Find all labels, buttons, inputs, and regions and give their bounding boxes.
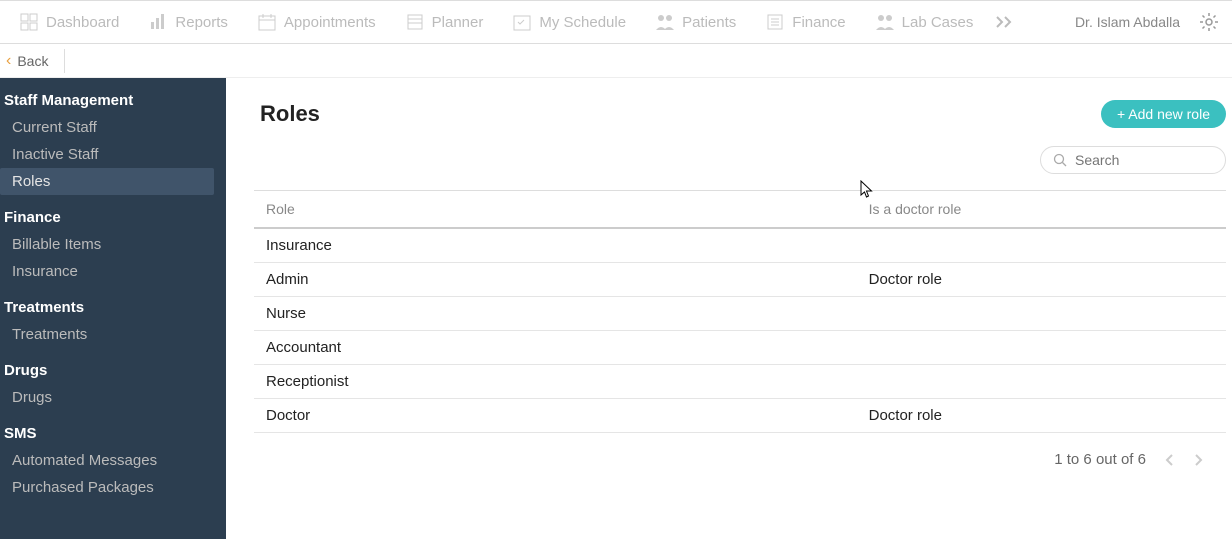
cell-role: Receptionist <box>254 365 857 399</box>
sidebar-item-purchased-packages[interactable]: Purchased Packages <box>0 474 226 501</box>
lab-icon <box>874 11 896 33</box>
top-nav: Dashboard Reports Appointments Planner M… <box>0 0 1232 44</box>
col-doctor[interactable]: Is a doctor role <box>857 191 1226 229</box>
nav-lab-cases[interactable]: Lab Cases <box>860 1 988 43</box>
sidebar-section-header: Treatments <box>0 293 226 321</box>
cell-role: Doctor <box>254 399 857 433</box>
back-link[interactable]: Back <box>6 49 77 73</box>
sidebar-item-insurance[interactable]: Insurance <box>0 258 226 285</box>
pagination: 1 to 6 out of 6 <box>260 433 1226 468</box>
nav-dashboard[interactable]: Dashboard <box>4 1 133 43</box>
reports-icon <box>147 11 169 33</box>
cell-role: Insurance <box>254 228 857 263</box>
table-row[interactable]: Insurance <box>254 228 1226 263</box>
table-row[interactable]: DoctorDoctor role <box>254 399 1226 433</box>
cell-role: Accountant <box>254 331 857 365</box>
sidebar-item-roles[interactable]: Roles <box>0 168 214 195</box>
nav-patients[interactable]: Patients <box>640 1 750 43</box>
table-row[interactable]: Nurse <box>254 297 1226 331</box>
cell-doctor: Doctor role <box>857 263 1226 297</box>
cell-doctor <box>857 228 1226 263</box>
nav-appointments[interactable]: Appointments <box>242 1 390 43</box>
nav-label: Appointments <box>284 14 376 31</box>
prev-page-icon[interactable] <box>1162 453 1176 467</box>
search-input[interactable] <box>1075 152 1213 168</box>
nav-finance[interactable]: Finance <box>750 1 859 43</box>
sidebar-section-header: Staff Management <box>0 86 226 114</box>
pagination-text: 1 to 6 out of 6 <box>1054 451 1146 468</box>
nav-more-icon[interactable] <box>987 15 1023 29</box>
nav-planner[interactable]: Planner <box>390 1 498 43</box>
sidebar-item-drugs[interactable]: Drugs <box>0 384 226 411</box>
sidebar-section-header: SMS <box>0 419 226 447</box>
nav-label: Reports <box>175 14 228 31</box>
calendar-icon <box>256 11 278 33</box>
sidebar-item-treatments[interactable]: Treatments <box>0 321 226 348</box>
table-row[interactable]: Accountant <box>254 331 1226 365</box>
cell-doctor <box>857 331 1226 365</box>
search-icon <box>1053 153 1067 167</box>
settings-icon[interactable] <box>1190 11 1228 33</box>
finance-icon <box>764 11 786 33</box>
table-row[interactable]: Receptionist <box>254 365 1226 399</box>
nav-reports[interactable]: Reports <box>133 1 242 43</box>
sidebar-item-automated-messages[interactable]: Automated Messages <box>0 447 226 474</box>
cell-role: Nurse <box>254 297 857 331</box>
page-title: Roles <box>260 101 320 127</box>
cell-role: Admin <box>254 263 857 297</box>
sidebar: Staff ManagementCurrent StaffInactive St… <box>0 78 226 539</box>
nav-label: Dashboard <box>46 14 119 31</box>
sidebar-item-inactive-staff[interactable]: Inactive Staff <box>0 141 226 168</box>
patients-icon <box>654 11 676 33</box>
sidebar-section-header: Finance <box>0 203 226 231</box>
roles-table: Role Is a doctor role InsuranceAdminDoct… <box>254 190 1226 433</box>
nav-label: Lab Cases <box>902 14 974 31</box>
cell-doctor <box>857 297 1226 331</box>
main-content: Roles + Add new role Role Is a doctor r <box>226 78 1232 539</box>
schedule-icon <box>511 11 533 33</box>
add-role-button[interactable]: + Add new role <box>1101 100 1226 128</box>
table-row[interactable]: AdminDoctor role <box>254 263 1226 297</box>
dashboard-icon <box>18 11 40 33</box>
col-role[interactable]: Role <box>254 191 857 229</box>
back-label: Back <box>17 53 48 69</box>
back-bar: Back <box>0 44 1232 78</box>
nav-label: Planner <box>432 14 484 31</box>
nav-label: Finance <box>792 14 845 31</box>
nav-schedule[interactable]: My Schedule <box>497 1 640 43</box>
nav-label: Patients <box>682 14 736 31</box>
cell-doctor <box>857 365 1226 399</box>
nav-user[interactable]: Dr. Islam Abdalla <box>1065 14 1190 30</box>
sidebar-item-current-staff[interactable]: Current Staff <box>0 114 226 141</box>
search-box[interactable] <box>1040 146 1226 174</box>
sidebar-item-billable-items[interactable]: Billable Items <box>0 231 226 258</box>
nav-label: My Schedule <box>539 14 626 31</box>
sidebar-section-header: Drugs <box>0 356 226 384</box>
next-page-icon[interactable] <box>1192 453 1206 467</box>
planner-icon <box>404 11 426 33</box>
cell-doctor: Doctor role <box>857 399 1226 433</box>
